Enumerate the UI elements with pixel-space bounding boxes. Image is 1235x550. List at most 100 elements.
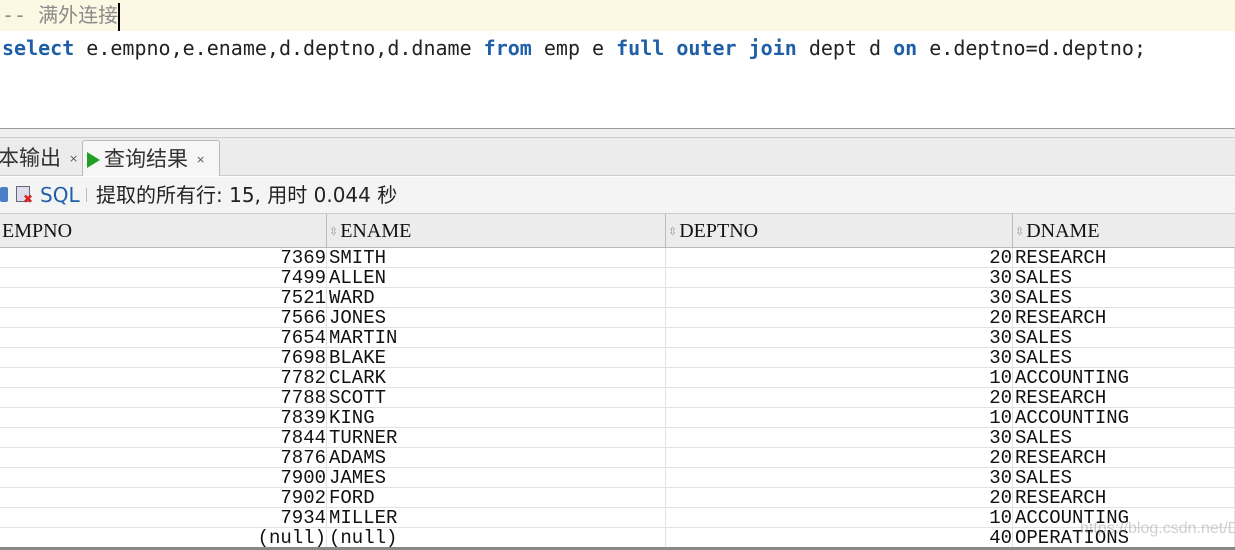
editor-comment-line[interactable]: -- 满外连接 bbox=[0, 0, 1235, 31]
table-row[interactable]: 7782 CLARK 10 ACCOUNTING bbox=[0, 368, 1235, 388]
table-row[interactable]: 7902 FORD 20 RESEARCH bbox=[0, 488, 1235, 508]
sql-editor[interactable]: -- 满外连接 select e.empno,e.ename,d.deptno,… bbox=[0, 0, 1235, 130]
table-row[interactable]: 7934 MILLER 10 ACCOUNTING bbox=[0, 508, 1235, 528]
cell-dname[interactable]: RESEARCH bbox=[1013, 308, 1235, 328]
cell-ename[interactable]: JONES bbox=[327, 308, 666, 328]
cell-empno[interactable]: 7566 bbox=[0, 308, 327, 328]
cell-ename[interactable]: TURNER bbox=[327, 428, 666, 448]
cell-empno[interactable]: 7521 bbox=[0, 288, 327, 308]
cell-ename[interactable]: BLAKE bbox=[327, 348, 666, 368]
cell-deptno[interactable]: 30 bbox=[666, 328, 1013, 348]
table-row[interactable]: 7839 KING 10 ACCOUNTING bbox=[0, 408, 1235, 428]
cell-deptno[interactable]: 20 bbox=[666, 488, 1013, 508]
cell-dname[interactable]: SALES bbox=[1013, 328, 1235, 348]
sql-keyword: full bbox=[616, 36, 665, 60]
cell-dname[interactable]: ACCOUNTING bbox=[1013, 368, 1235, 388]
cell-empno[interactable]: 7499 bbox=[0, 268, 327, 288]
cell-ename[interactable]: WARD bbox=[327, 288, 666, 308]
cell-empno[interactable]: 7900 bbox=[0, 468, 327, 488]
table-row[interactable]: 7654 MARTIN 30 SALES bbox=[0, 328, 1235, 348]
cell-dname[interactable]: RESEARCH bbox=[1013, 448, 1235, 468]
cell-empno[interactable]: 7844 bbox=[0, 428, 327, 448]
cell-empno[interactable]: 7782 bbox=[0, 368, 327, 388]
cell-dname[interactable]: SALES bbox=[1013, 468, 1235, 488]
cell-dname[interactable]: RESEARCH bbox=[1013, 488, 1235, 508]
cell-deptno[interactable]: 30 bbox=[666, 428, 1013, 448]
cell-ename[interactable]: SCOTT bbox=[327, 388, 666, 408]
cell-deptno[interactable]: 20 bbox=[666, 388, 1013, 408]
table-row[interactable]: 7566 JONES 20 RESEARCH bbox=[0, 308, 1235, 328]
cell-deptno[interactable]: 40 bbox=[666, 528, 1013, 548]
column-header-ename[interactable]: ⇳ ENAME bbox=[327, 214, 666, 248]
cell-empno[interactable]: (null) bbox=[0, 528, 327, 548]
table-row[interactable]: (null) (null) 40 OPERATIONS bbox=[0, 528, 1235, 548]
cell-ename[interactable]: ALLEN bbox=[327, 268, 666, 288]
table-row[interactable]: 7844 TURNER 30 SALES bbox=[0, 428, 1235, 448]
pin-icon[interactable] bbox=[0, 187, 8, 202]
cell-empno[interactable]: 7934 bbox=[0, 508, 327, 528]
cell-empno[interactable]: 7654 bbox=[0, 328, 327, 348]
cell-deptno[interactable]: 10 bbox=[666, 508, 1013, 528]
cell-dname[interactable]: RESEARCH bbox=[1013, 248, 1235, 268]
clear-icon[interactable] bbox=[16, 186, 33, 205]
close-icon[interactable]: × bbox=[69, 152, 78, 165]
cell-deptno[interactable]: 20 bbox=[666, 248, 1013, 268]
cell-dname[interactable]: SALES bbox=[1013, 348, 1235, 368]
cell-dname[interactable]: SALES bbox=[1013, 428, 1235, 448]
cell-deptno[interactable]: 30 bbox=[666, 468, 1013, 488]
tab-label: 查询结果 bbox=[104, 147, 188, 171]
cell-ename[interactable]: MILLER bbox=[327, 508, 666, 528]
cell-deptno[interactable]: 30 bbox=[666, 348, 1013, 368]
cell-ename[interactable]: (null) bbox=[327, 528, 666, 548]
cell-empno[interactable]: 7788 bbox=[0, 388, 327, 408]
output-tabs: 本输出 × 查询结果 × bbox=[0, 138, 1235, 176]
table-row[interactable]: 7788 SCOTT 20 RESEARCH bbox=[0, 388, 1235, 408]
cell-ename[interactable]: MARTIN bbox=[327, 328, 666, 348]
sql-text: e.empno,e.ename,d.deptno,d.dname bbox=[74, 36, 484, 60]
cell-empno[interactable]: 7876 bbox=[0, 448, 327, 468]
column-header-dname[interactable]: ⇳ DNAME bbox=[1013, 214, 1235, 248]
tab-query-result[interactable]: 查询结果 × bbox=[82, 140, 220, 176]
cell-deptno[interactable]: 30 bbox=[666, 288, 1013, 308]
cell-deptno[interactable]: 30 bbox=[666, 268, 1013, 288]
cell-deptno[interactable]: 20 bbox=[666, 308, 1013, 328]
sort-icon: ⇳ bbox=[329, 226, 339, 239]
cell-empno[interactable]: 7902 bbox=[0, 488, 327, 508]
table-row[interactable]: 7900 JAMES 30 SALES bbox=[0, 468, 1235, 488]
cell-empno[interactable]: 7369 bbox=[0, 248, 327, 268]
cell-deptno[interactable]: 10 bbox=[666, 368, 1013, 388]
sort-icon: ⇳ bbox=[668, 226, 678, 239]
column-label: DEPTNO bbox=[679, 220, 759, 242]
column-header-empno[interactable]: EMPNO bbox=[0, 214, 327, 248]
table-row[interactable]: 7521 WARD 30 SALES bbox=[0, 288, 1235, 308]
column-header-deptno[interactable]: ⇳ DEPTNO bbox=[666, 214, 1013, 248]
sql-keyword: outer bbox=[676, 36, 737, 60]
cell-dname[interactable]: SALES bbox=[1013, 288, 1235, 308]
cell-ename[interactable]: FORD bbox=[327, 488, 666, 508]
cell-deptno[interactable]: 10 bbox=[666, 408, 1013, 428]
cell-deptno[interactable]: 20 bbox=[666, 448, 1013, 468]
sql-text: emp e bbox=[531, 36, 617, 60]
cell-ename[interactable]: ADAMS bbox=[327, 448, 666, 468]
sql-keyword: on bbox=[893, 36, 918, 60]
sql-text: dept d bbox=[796, 36, 894, 60]
close-icon[interactable]: × bbox=[196, 153, 205, 166]
cell-dname[interactable]: ACCOUNTING bbox=[1013, 408, 1235, 428]
cell-ename[interactable]: KING bbox=[327, 408, 666, 428]
table-row[interactable]: 7369 SMITH 20 RESEARCH bbox=[0, 248, 1235, 268]
cell-dname[interactable]: SALES bbox=[1013, 268, 1235, 288]
sql-button[interactable]: SQL bbox=[40, 177, 80, 213]
splitter[interactable] bbox=[0, 128, 1235, 138]
table-row[interactable]: 7876 ADAMS 20 RESEARCH bbox=[0, 448, 1235, 468]
sql-statement[interactable]: select e.empno,e.ename,d.deptno,d.dname … bbox=[2, 34, 1146, 62]
cell-dname[interactable]: RESEARCH bbox=[1013, 388, 1235, 408]
cell-ename[interactable]: JAMES bbox=[327, 468, 666, 488]
table-row[interactable]: 7499 ALLEN 30 SALES bbox=[0, 268, 1235, 288]
tab-script-output[interactable]: 本输出 × bbox=[0, 140, 78, 176]
cell-empno[interactable]: 7839 bbox=[0, 408, 327, 428]
sort-icon: ⇳ bbox=[1015, 226, 1025, 239]
table-row[interactable]: 7698 BLAKE 30 SALES bbox=[0, 348, 1235, 368]
cell-ename[interactable]: SMITH bbox=[327, 248, 666, 268]
cell-empno[interactable]: 7698 bbox=[0, 348, 327, 368]
cell-ename[interactable]: CLARK bbox=[327, 368, 666, 388]
